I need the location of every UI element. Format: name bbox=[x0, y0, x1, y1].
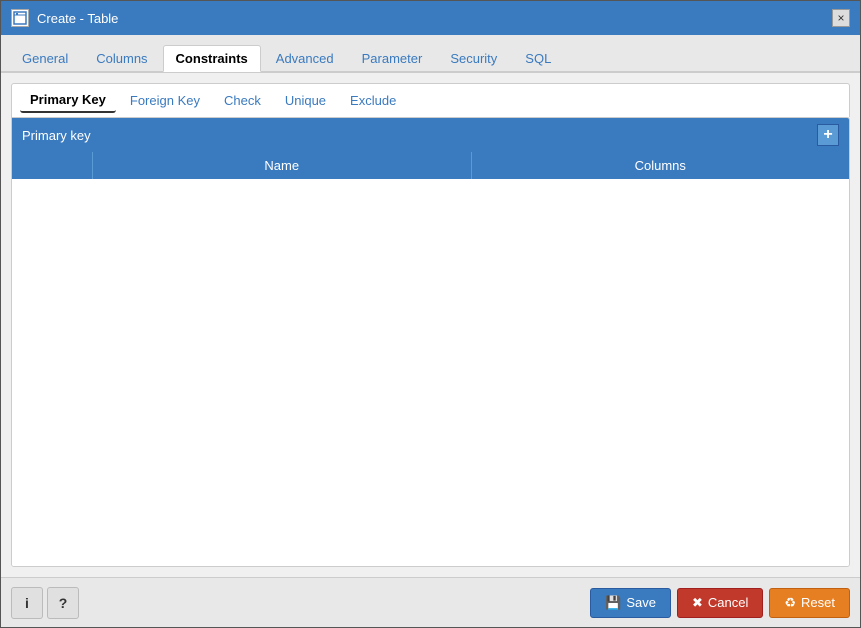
subtab-primary-key[interactable]: Primary Key bbox=[20, 88, 116, 113]
cancel-button[interactable]: ✖ Cancel bbox=[677, 588, 763, 618]
col-header-name: Name bbox=[92, 152, 471, 179]
tab-advanced[interactable]: Advanced bbox=[263, 45, 347, 72]
save-label: Save bbox=[626, 595, 656, 610]
cancel-label: Cancel bbox=[708, 595, 748, 610]
tab-general[interactable]: General bbox=[9, 45, 81, 72]
footer-right: 💾 Save ✖ Cancel ♻ Reset bbox=[590, 588, 850, 618]
nav-tabs: General Columns Constraints Advanced Par… bbox=[1, 35, 860, 73]
save-button[interactable]: 💾 Save bbox=[590, 588, 671, 618]
tab-columns[interactable]: Columns bbox=[83, 45, 160, 72]
save-icon: 💾 bbox=[605, 595, 621, 611]
tab-security[interactable]: Security bbox=[437, 45, 510, 72]
window-icon bbox=[11, 9, 29, 27]
window-title: Create - Table bbox=[37, 11, 118, 26]
title-bar-left: Create - Table bbox=[11, 9, 118, 27]
col-header-checkbox bbox=[12, 152, 92, 179]
title-bar: Create - Table × bbox=[1, 1, 860, 35]
footer: i ? 💾 Save ✖ Cancel ♻ Reset bbox=[1, 577, 860, 627]
panel-title: Primary key bbox=[22, 128, 91, 143]
panel-header: Primary key + bbox=[12, 118, 849, 152]
info-button[interactable]: i bbox=[11, 587, 43, 619]
subtab-check[interactable]: Check bbox=[214, 89, 271, 112]
content-area: Primary Key Foreign Key Check Unique Exc… bbox=[1, 73, 860, 577]
primary-key-panel: Primary key + Name Columns bbox=[11, 117, 850, 567]
main-window: Create - Table × General Columns Constra… bbox=[0, 0, 861, 628]
cancel-icon: ✖ bbox=[692, 595, 703, 611]
subtab-foreign-key[interactable]: Foreign Key bbox=[120, 89, 210, 112]
table-header: Name Columns bbox=[12, 152, 849, 179]
reset-icon: ♻ bbox=[784, 595, 796, 611]
subtab-exclude[interactable]: Exclude bbox=[340, 89, 406, 112]
table-body bbox=[12, 179, 849, 566]
footer-left: i ? bbox=[11, 587, 79, 619]
reset-button[interactable]: ♻ Reset bbox=[769, 588, 850, 618]
sub-tabs: Primary Key Foreign Key Check Unique Exc… bbox=[11, 83, 850, 117]
reset-label: Reset bbox=[801, 595, 835, 610]
help-button[interactable]: ? bbox=[47, 587, 79, 619]
subtab-unique[interactable]: Unique bbox=[275, 89, 336, 112]
close-button[interactable]: × bbox=[832, 9, 850, 27]
add-button[interactable]: + bbox=[817, 124, 839, 146]
tab-sql[interactable]: SQL bbox=[512, 45, 564, 72]
tab-constraints[interactable]: Constraints bbox=[163, 45, 261, 72]
col-header-columns: Columns bbox=[471, 152, 850, 179]
tab-parameter[interactable]: Parameter bbox=[349, 45, 436, 72]
